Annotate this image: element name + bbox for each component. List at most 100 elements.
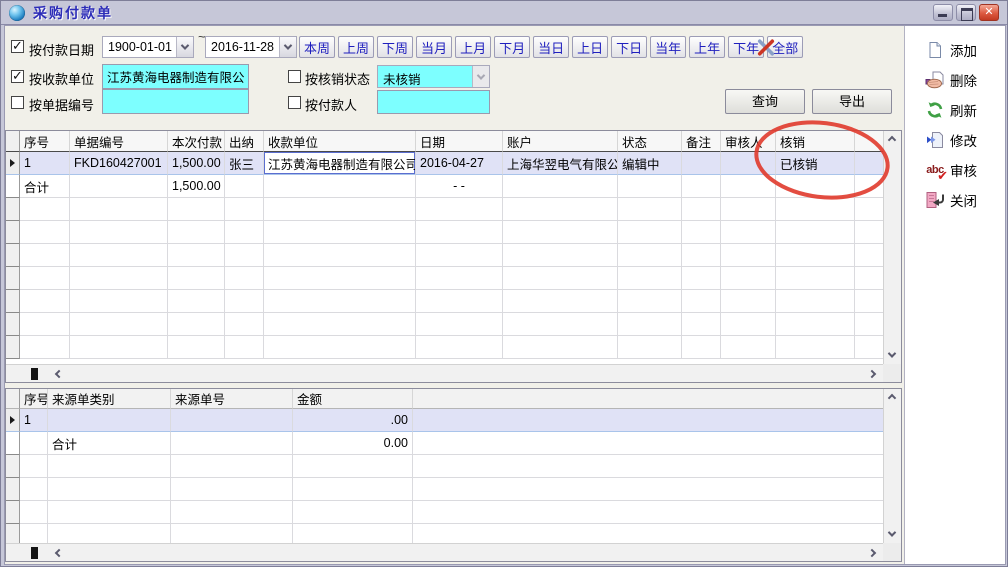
cell-writeoff[interactable]: 已核销 xyxy=(776,152,855,175)
col-header-date[interactable]: 日期 xyxy=(416,131,503,152)
scroll-right-icon[interactable] xyxy=(868,370,876,378)
horizontal-scrollbar[interactable] xyxy=(6,543,883,561)
payee-filter-input[interactable] xyxy=(102,64,249,89)
period-this-year-button[interactable]: 当年 xyxy=(650,36,686,58)
close-door-icon xyxy=(925,191,945,210)
add-button[interactable]: 添加 xyxy=(925,40,977,60)
row-selector-cell[interactable] xyxy=(6,152,20,175)
cell-status[interactable]: 编辑中 xyxy=(618,152,682,175)
source-documents-table: 序号 来源单类别 来源单号 金额 1 .00 合计 xyxy=(6,389,885,547)
filter-payment-date-label: 按付款日期 xyxy=(29,40,94,59)
audit-button[interactable]: abc✔ 审核 xyxy=(925,160,977,180)
scroll-up-icon[interactable] xyxy=(888,394,896,402)
table-row[interactable]: 1 FKD160427001 1,500.00 张三 江苏黄海电器制造有限公司 … xyxy=(6,152,885,175)
cell-date[interactable]: 2016-04-27 xyxy=(416,152,503,175)
close-form-button[interactable]: 关闭 xyxy=(925,190,977,210)
period-this-week-button[interactable]: 本周 xyxy=(299,36,335,58)
scrollbar-thumb[interactable] xyxy=(31,368,38,380)
col-header-no[interactable]: 序号 xyxy=(20,131,70,152)
refresh-label: 刷新 xyxy=(950,100,977,120)
minimize-button[interactable] xyxy=(933,4,953,21)
scroll-down-icon[interactable] xyxy=(888,528,896,536)
close-button[interactable]: ✕ xyxy=(979,4,999,21)
empty-row xyxy=(6,221,885,244)
delete-hand-icon xyxy=(925,71,945,90)
col-header-remark[interactable]: 备注 xyxy=(682,131,721,152)
col-header-source-no[interactable]: 来源单号 xyxy=(171,389,293,409)
filter-payee-checkbox[interactable] xyxy=(11,70,24,83)
cell-remark[interactable] xyxy=(682,152,721,175)
filter-payment-date-checkbox[interactable] xyxy=(11,40,24,53)
col-header-no[interactable]: 序号 xyxy=(20,389,48,409)
date-from-dropdown-button[interactable] xyxy=(176,37,193,57)
col-header-writeoff[interactable]: 核销 xyxy=(776,131,855,152)
period-last-month-button[interactable]: 上月 xyxy=(455,36,491,58)
col-header-filler xyxy=(855,131,885,152)
col-header-account[interactable]: 账户 xyxy=(503,131,618,152)
header-row: 序号 单据编号 本次付款 出纳 收款单位 日期 账户 状态 备注 审核人 核销 xyxy=(6,131,885,152)
cell-payment[interactable]: 1,500.00 xyxy=(168,152,225,175)
delete-button[interactable]: 删除 xyxy=(925,70,977,90)
vertical-scrollbar[interactable] xyxy=(883,131,901,364)
cell-source-type[interactable] xyxy=(48,409,171,432)
payer-filter-input[interactable] xyxy=(377,90,490,114)
col-header-payment[interactable]: 本次付款 xyxy=(168,131,225,152)
clear-filter-x-icon[interactable] xyxy=(755,37,777,58)
date-to-dropdown-button[interactable] xyxy=(279,37,296,57)
row-selector-cell[interactable] xyxy=(6,409,20,432)
scroll-left-icon[interactable] xyxy=(55,549,63,557)
modify-button[interactable]: 修改 xyxy=(925,130,977,150)
horizontal-scrollbar[interactable] xyxy=(6,364,883,382)
period-next-week-button[interactable]: 下周 xyxy=(377,36,413,58)
cell-auditor[interactable] xyxy=(721,152,776,175)
table-row[interactable]: 1 .00 xyxy=(6,409,885,432)
vertical-scrollbar[interactable] xyxy=(883,389,901,543)
cell-account[interactable]: 上海华翌电气有限公 xyxy=(503,152,618,175)
cell-no[interactable]: 1 xyxy=(20,409,48,432)
period-prev-day-button[interactable]: 上日 xyxy=(572,36,608,58)
filter-doc-no-checkbox[interactable] xyxy=(11,96,24,109)
scroll-down-icon[interactable] xyxy=(888,349,896,357)
empty-row xyxy=(6,455,885,478)
add-document-icon xyxy=(925,41,945,60)
content-area: 按付款日期 1900-01-01 ~ 2016-11-28 本周 上周 下周 当… xyxy=(4,25,1006,565)
cell-doc-no[interactable]: FKD160427001 xyxy=(70,152,168,175)
export-button[interactable]: 导出 xyxy=(812,89,892,114)
col-header-amount[interactable]: 金额 xyxy=(293,389,413,409)
empty-row xyxy=(6,267,885,290)
period-next-day-button[interactable]: 下日 xyxy=(611,36,647,58)
col-header-cashier[interactable]: 出纳 xyxy=(225,131,264,152)
date-to-combobox[interactable]: 2016-11-28 xyxy=(205,36,297,58)
col-header-source-type[interactable]: 来源单类别 xyxy=(48,389,171,409)
scroll-up-icon[interactable] xyxy=(888,136,896,144)
col-header-auditor[interactable]: 审核人 xyxy=(721,131,776,152)
refresh-button[interactable]: 刷新 xyxy=(925,100,977,120)
period-this-month-button[interactable]: 当月 xyxy=(416,36,452,58)
col-header-doc-no[interactable]: 单据编号 xyxy=(70,131,168,152)
scroll-left-icon[interactable] xyxy=(55,370,63,378)
empty-row xyxy=(6,198,885,221)
writeoff-status-dropdown-button[interactable] xyxy=(472,66,489,87)
scrollbar-thumb[interactable] xyxy=(31,547,38,559)
query-button[interactable]: 查询 xyxy=(725,89,805,114)
col-header-payee[interactable]: 收款单位 xyxy=(264,131,416,152)
writeoff-status-combobox[interactable]: 未核销 xyxy=(377,65,490,88)
doc-no-filter-input[interactable] xyxy=(102,89,249,114)
maximize-button[interactable] xyxy=(956,4,976,21)
period-next-month-button[interactable]: 下月 xyxy=(494,36,530,58)
cell-source-no[interactable] xyxy=(171,409,293,432)
filter-writeoff-status-checkbox[interactable] xyxy=(288,70,301,83)
cell-amount[interactable]: .00 xyxy=(293,409,413,432)
col-header-status[interactable]: 状态 xyxy=(618,131,682,152)
cell-no[interactable]: 1 xyxy=(20,152,70,175)
period-today-button[interactable]: 当日 xyxy=(533,36,569,58)
cell-payee-focused[interactable]: 江苏黄海电器制造有限公司 xyxy=(264,152,416,175)
period-last-year-button[interactable]: 上年 xyxy=(689,36,725,58)
chevron-down-icon xyxy=(284,41,292,49)
scroll-right-icon[interactable] xyxy=(868,549,876,557)
filter-payer-checkbox[interactable] xyxy=(288,96,301,109)
date-from-combobox[interactable]: 1900-01-01 xyxy=(102,36,194,58)
audit-abc-check-icon: abc✔ xyxy=(925,161,945,180)
cell-cashier[interactable]: 张三 xyxy=(225,152,264,175)
period-last-week-button[interactable]: 上周 xyxy=(338,36,374,58)
